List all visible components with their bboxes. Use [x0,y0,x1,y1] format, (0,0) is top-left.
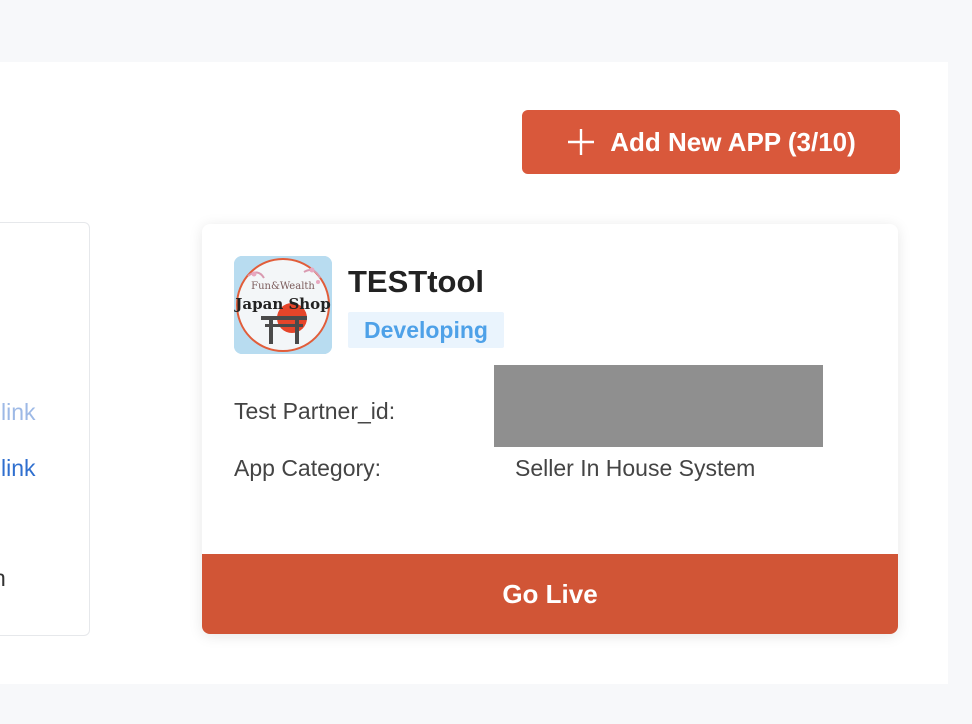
plus-icon [568,129,595,155]
card-link-disabled[interactable]: link [1,399,36,426]
add-new-app-label: Add New APP (3/10) [610,126,856,157]
app-name: TESTtool [348,264,485,299]
logo-text-main: Japan Shop [234,295,331,313]
app-card: Fun&Wealth Japan Shop TESTtool Developin… [202,224,898,634]
add-new-app-button[interactable]: Add New APP (3/10) [522,110,900,174]
go-live-button[interactable]: Go Live [202,554,898,634]
card-text-fragment: n [0,565,6,592]
logo-text-top: Fun&Wealth [251,281,315,292]
status-badge: Developing [348,312,504,348]
app-card-partial: link link n [0,222,90,636]
redacted-partner-id [494,365,823,447]
torii-logo-icon: Fun&Wealth Japan Shop [234,256,332,354]
test-partner-id-label: Test Partner_id: [234,398,396,424]
card-link[interactable]: link [1,455,36,482]
app-logo: Fun&Wealth Japan Shop [234,256,332,354]
app-category-value: Seller In House System [515,455,756,481]
app-category-label: App Category: [234,455,382,481]
